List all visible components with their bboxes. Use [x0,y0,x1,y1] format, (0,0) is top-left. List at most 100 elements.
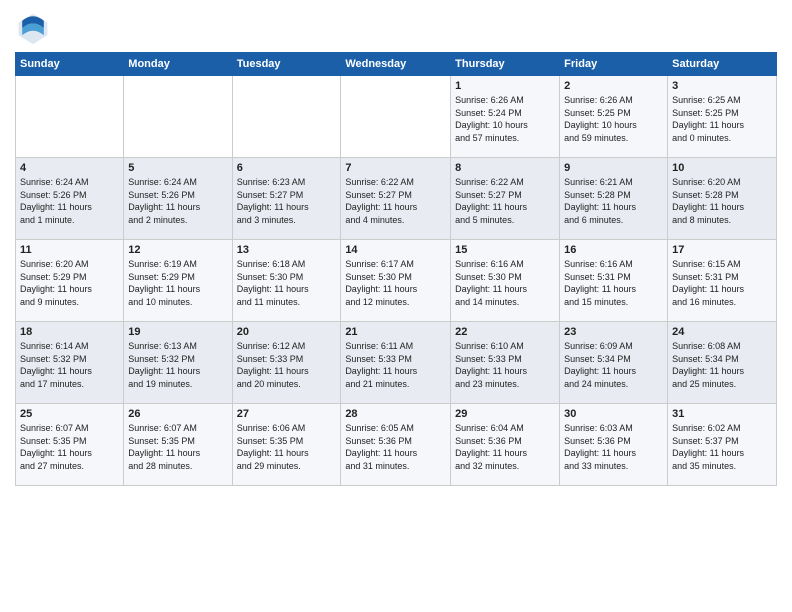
logo [15,10,55,46]
calendar-cell: 30Sunrise: 6:03 AM Sunset: 5:36 PM Dayli… [560,404,668,486]
weekday-wednesday: Wednesday [341,53,451,76]
day-number: 14 [345,244,446,256]
week-row-3: 11Sunrise: 6:20 AM Sunset: 5:29 PM Dayli… [16,240,777,322]
day-number: 28 [345,408,446,420]
day-info: Sunrise: 6:24 AM Sunset: 5:26 PM Dayligh… [128,176,227,226]
weekday-tuesday: Tuesday [232,53,341,76]
day-info: Sunrise: 6:13 AM Sunset: 5:32 PM Dayligh… [128,340,227,390]
day-info: Sunrise: 6:26 AM Sunset: 5:25 PM Dayligh… [564,94,663,144]
day-number: 21 [345,326,446,338]
day-number: 26 [128,408,227,420]
calendar-cell: 22 Sunrise: 6:10 AM Sunset: 5:33 PM Dayli… [451,322,560,404]
calendar-cell: 23 Sunrise: 6:09 AM Sunset: 5:34 PM Dayli… [560,322,668,404]
day-info: Sunrise: 6:09 AM Sunset: 5:34 PM Dayligh… [564,340,663,390]
day-info: Sunrise: 6:20 AM Sunset: 5:28 PM Dayligh… [672,176,772,226]
day-number: 29 [455,408,555,420]
calendar-cell: 27 Sunrise: 6:06 AM Sunset: 5:35 PM Dayli… [232,404,341,486]
weekday-thursday: Thursday [451,53,560,76]
day-number: 1 [455,80,555,92]
day-info: Sunrise: 6:06 AM Sunset: 5:35 PM Dayligh… [237,422,337,472]
weekday-header-row: SundayMondayTuesdayWednesdayThursdayFrid… [16,53,777,76]
week-row-1: 1 Sunrise: 6:26 AM Sunset: 5:24 PM Daylig… [16,76,777,158]
day-number: 20 [237,326,337,338]
day-info: Sunrise: 6:14 AM Sunset: 5:32 PM Dayligh… [20,340,119,390]
day-number: 4 [20,162,119,174]
day-info: Sunrise: 6:02 AM Sunset: 5:37 PM Dayligh… [672,422,772,472]
calendar-cell: 12Sunrise: 6:19 AM Sunset: 5:29 PM Dayli… [124,240,232,322]
logo-icon [15,10,51,46]
day-info: Sunrise: 6:17 AM Sunset: 5:30 PM Dayligh… [345,258,446,308]
weekday-sunday: Sunday [16,53,124,76]
day-info: Sunrise: 6:21 AM Sunset: 5:28 PM Dayligh… [564,176,663,226]
calendar-cell: 11Sunrise: 6:20 AM Sunset: 5:29 PM Dayli… [16,240,124,322]
calendar-cell: 1 Sunrise: 6:26 AM Sunset: 5:24 PM Daylig… [451,76,560,158]
day-number: 16 [564,244,663,256]
calendar-cell: 25Sunrise: 6:07 AM Sunset: 5:35 PM Dayli… [16,404,124,486]
day-info: Sunrise: 6:05 AM Sunset: 5:36 PM Dayligh… [345,422,446,472]
calendar-cell: 20Sunrise: 6:12 AM Sunset: 5:33 PM Dayli… [232,322,341,404]
day-number: 24 [672,326,772,338]
day-info: Sunrise: 6:22 AM Sunset: 5:27 PM Dayligh… [455,176,555,226]
calendar-cell: 21 Sunrise: 6:11 AM Sunset: 5:33 PM Dayli… [341,322,451,404]
day-info: Sunrise: 6:26 AM Sunset: 5:24 PM Dayligh… [455,94,555,144]
calendar-cell: 14 Sunrise: 6:17 AM Sunset: 5:30 PM Dayli… [341,240,451,322]
day-info: Sunrise: 6:25 AM Sunset: 5:25 PM Dayligh… [672,94,772,144]
calendar-cell: 16Sunrise: 6:16 AM Sunset: 5:31 PM Dayli… [560,240,668,322]
day-number: 2 [564,80,663,92]
calendar-table: SundayMondayTuesdayWednesdayThursdayFrid… [15,52,777,486]
calendar-cell: 6Sunrise: 6:23 AM Sunset: 5:27 PM Daylig… [232,158,341,240]
calendar-cell: 4Sunrise: 6:24 AM Sunset: 5:26 PM Daylig… [16,158,124,240]
calendar-cell: 31 Sunrise: 6:02 AM Sunset: 5:37 PM Dayli… [668,404,777,486]
page: SundayMondayTuesdayWednesdayThursdayFrid… [0,0,792,612]
day-number: 5 [128,162,227,174]
calendar-cell: 7Sunrise: 6:22 AM Sunset: 5:27 PM Daylig… [341,158,451,240]
day-number: 8 [455,162,555,174]
calendar-cell [124,76,232,158]
day-info: Sunrise: 6:11 AM Sunset: 5:33 PM Dayligh… [345,340,446,390]
calendar-cell: 10 Sunrise: 6:20 AM Sunset: 5:28 PM Dayli… [668,158,777,240]
calendar-cell: 9 Sunrise: 6:21 AM Sunset: 5:28 PM Daylig… [560,158,668,240]
day-info: Sunrise: 6:10 AM Sunset: 5:33 PM Dayligh… [455,340,555,390]
day-number: 6 [237,162,337,174]
day-info: Sunrise: 6:20 AM Sunset: 5:29 PM Dayligh… [20,258,119,308]
calendar-cell: 5 Sunrise: 6:24 AM Sunset: 5:26 PM Daylig… [124,158,232,240]
day-number: 27 [237,408,337,420]
day-number: 31 [672,408,772,420]
day-number: 19 [128,326,227,338]
calendar-cell [341,76,451,158]
day-number: 12 [128,244,227,256]
day-number: 18 [20,326,119,338]
day-number: 23 [564,326,663,338]
weekday-monday: Monday [124,53,232,76]
week-row-5: 25 Sunrise: 6:07 AM Sunset: 5:35 PM Dayli… [16,404,777,486]
day-info: Sunrise: 6:15 AM Sunset: 5:31 PM Dayligh… [672,258,772,308]
week-row-4: 18 Sunrise: 6:14 AM Sunset: 5:32 PM Dayli… [16,322,777,404]
day-number: 3 [672,80,772,92]
day-info: Sunrise: 6:16 AM Sunset: 5:30 PM Dayligh… [455,258,555,308]
week-row-2: 4 Sunrise: 6:24 AM Sunset: 5:26 PM Daylig… [16,158,777,240]
day-number: 10 [672,162,772,174]
day-number: 22 [455,326,555,338]
calendar-cell: 24 Sunrise: 6:08 AM Sunset: 5:34 PM Dayli… [668,322,777,404]
calendar-cell: 26 Sunrise: 6:07 AM Sunset: 5:35 PM Dayli… [124,404,232,486]
header [15,10,777,46]
calendar-cell [232,76,341,158]
calendar-cell: 29 Sunrise: 6:04 AM Sunset: 5:36 PM Dayli… [451,404,560,486]
calendar-cell: 13Sunrise: 6:18 AM Sunset: 5:30 PM Dayli… [232,240,341,322]
calendar-cell: 3 Sunrise: 6:25 AM Sunset: 5:25 PM Daylig… [668,76,777,158]
day-number: 9 [564,162,663,174]
day-number: 25 [20,408,119,420]
calendar-cell: 28 Sunrise: 6:05 AM Sunset: 5:36 PM Dayli… [341,404,451,486]
day-info: Sunrise: 6:07 AM Sunset: 5:35 PM Dayligh… [128,422,227,472]
day-number: 15 [455,244,555,256]
day-number: 30 [564,408,663,420]
calendar-cell: 18 Sunrise: 6:14 AM Sunset: 5:32 PM Dayli… [16,322,124,404]
calendar-cell: 19 Sunrise: 6:13 AM Sunset: 5:32 PM Dayli… [124,322,232,404]
day-number: 7 [345,162,446,174]
calendar-cell: 17 Sunrise: 6:15 AM Sunset: 5:31 PM Dayli… [668,240,777,322]
day-info: Sunrise: 6:04 AM Sunset: 5:36 PM Dayligh… [455,422,555,472]
weekday-saturday: Saturday [668,53,777,76]
day-number: 17 [672,244,772,256]
day-info: Sunrise: 6:08 AM Sunset: 5:34 PM Dayligh… [672,340,772,390]
calendar-cell: 15 Sunrise: 6:16 AM Sunset: 5:30 PM Dayli… [451,240,560,322]
